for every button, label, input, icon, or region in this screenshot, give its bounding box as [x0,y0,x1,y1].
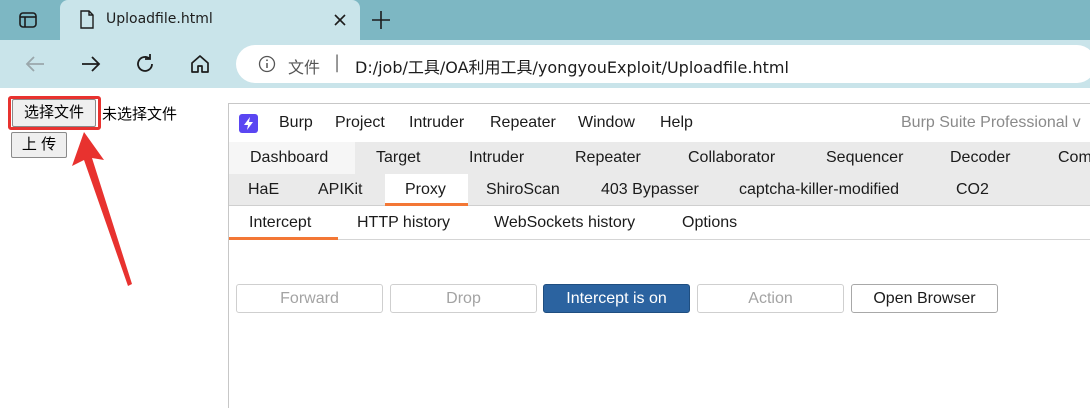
tool-tabs-row-2: HaE APIKit Proxy ShiroScan 403 Bypasser … [229,174,1090,206]
tab-apikit[interactable]: APIKit [318,181,362,199]
tab-repeater[interactable]: Repeater [575,149,641,167]
menu-help[interactable]: Help [660,114,693,132]
forward-icon[interactable] [79,52,103,76]
tab-comparer[interactable]: Com [1058,149,1090,167]
tab-dashboard[interactable]: Dashboard [250,149,328,167]
address-separator: | [334,52,341,73]
subtab-options[interactable]: Options [682,214,737,232]
new-tab-icon[interactable] [370,9,392,31]
menu-project[interactable]: Project [335,114,385,132]
open-browser-button[interactable]: Open Browser [851,284,998,313]
tab-403-bypasser[interactable]: 403 Bypasser [601,181,699,199]
tab-title: Uploadfile.html [106,11,213,27]
menu-window[interactable]: Window [578,114,635,132]
drop-button[interactable]: Drop [390,284,537,313]
address-scheme-label: 文件 [288,58,321,77]
home-icon[interactable] [188,52,212,76]
proxy-subtabs: Intercept HTTP history WebSockets histor… [229,206,1090,240]
subtab-http-history[interactable]: HTTP history [357,214,450,232]
forward-button[interactable]: Forward [236,284,383,313]
annotation-arrow-icon [72,132,132,286]
tab-sequencer[interactable]: Sequencer [826,149,903,167]
action-button[interactable]: Action [697,284,844,313]
tab-hae[interactable]: HaE [248,181,279,199]
tool-tabs-row-1: Dashboard Target Intruder Repeater Colla… [229,142,1090,174]
burp-menu-bar: Burp Project Intruder Repeater Window He… [229,104,1090,142]
tab-shiroscan[interactable]: ShiroScan [486,181,560,199]
browser-tab-active[interactable]: Uploadfile.html [60,0,360,40]
document-icon [80,10,94,29]
address-bar[interactable]: 文件 | D:/job/工具/OA利用工具/yongyouExploit/Upl… [236,45,1090,83]
upload-button[interactable]: 上 传 [11,132,67,158]
tab-co2[interactable]: CO2 [956,181,989,199]
burp-logo-icon [239,114,258,133]
tab-collaborator[interactable]: Collaborator [688,149,775,167]
subtab-intercept[interactable]: Intercept [249,214,311,232]
tab-proxy[interactable]: Proxy [405,181,446,199]
menu-burp[interactable]: Burp [279,114,313,132]
info-icon[interactable] [258,55,276,73]
tab-captcha-killer[interactable]: captcha-killer-modified [739,181,899,199]
tab-decoder[interactable]: Decoder [950,149,1010,167]
close-icon[interactable] [332,12,348,28]
subtab-intercept-indicator [229,237,338,240]
window-title: Burp Suite Professional v [901,114,1081,131]
browser-toolbar: 文件 | D:/job/工具/OA利用工具/yongyouExploit/Upl… [0,40,1090,88]
refresh-icon[interactable] [133,52,157,76]
tab-actions-icon[interactable] [18,10,38,30]
back-icon[interactable] [23,52,47,76]
menu-repeater[interactable]: Repeater [490,114,556,132]
address-url[interactable]: D:/job/工具/OA利用工具/yongyouExploit/Uploadfi… [355,54,789,78]
burp-suite-window: Burp Project Intruder Repeater Window He… [228,103,1090,408]
menu-intruder[interactable]: Intruder [409,114,464,132]
tab-target[interactable]: Target [376,149,420,167]
browser-tab-strip: Uploadfile.html [0,0,1090,40]
subtab-websockets-history[interactable]: WebSockets history [494,214,635,232]
intercept-toggle-button[interactable]: Intercept is on [543,284,690,313]
tab-intruder[interactable]: Intruder [469,149,524,167]
